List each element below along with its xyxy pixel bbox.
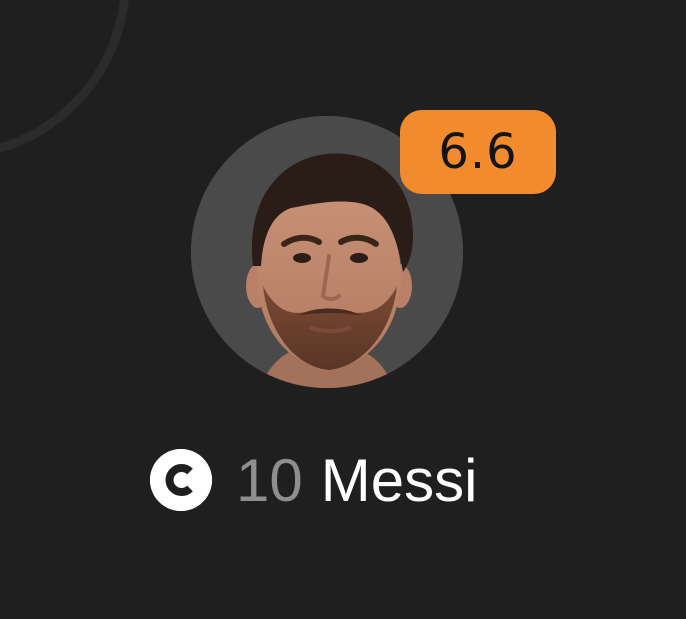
player-label: 10 Messi xyxy=(150,446,478,514)
player-card[interactable]: 6.6 10 Messi xyxy=(0,0,686,619)
player-name: Messi xyxy=(320,446,478,514)
rating-badge: 6.6 xyxy=(400,110,556,194)
captain-c-icon xyxy=(150,449,212,511)
lineup-view: 6.6 10 Messi xyxy=(0,0,686,619)
shirt-number: 10 xyxy=(236,446,303,514)
